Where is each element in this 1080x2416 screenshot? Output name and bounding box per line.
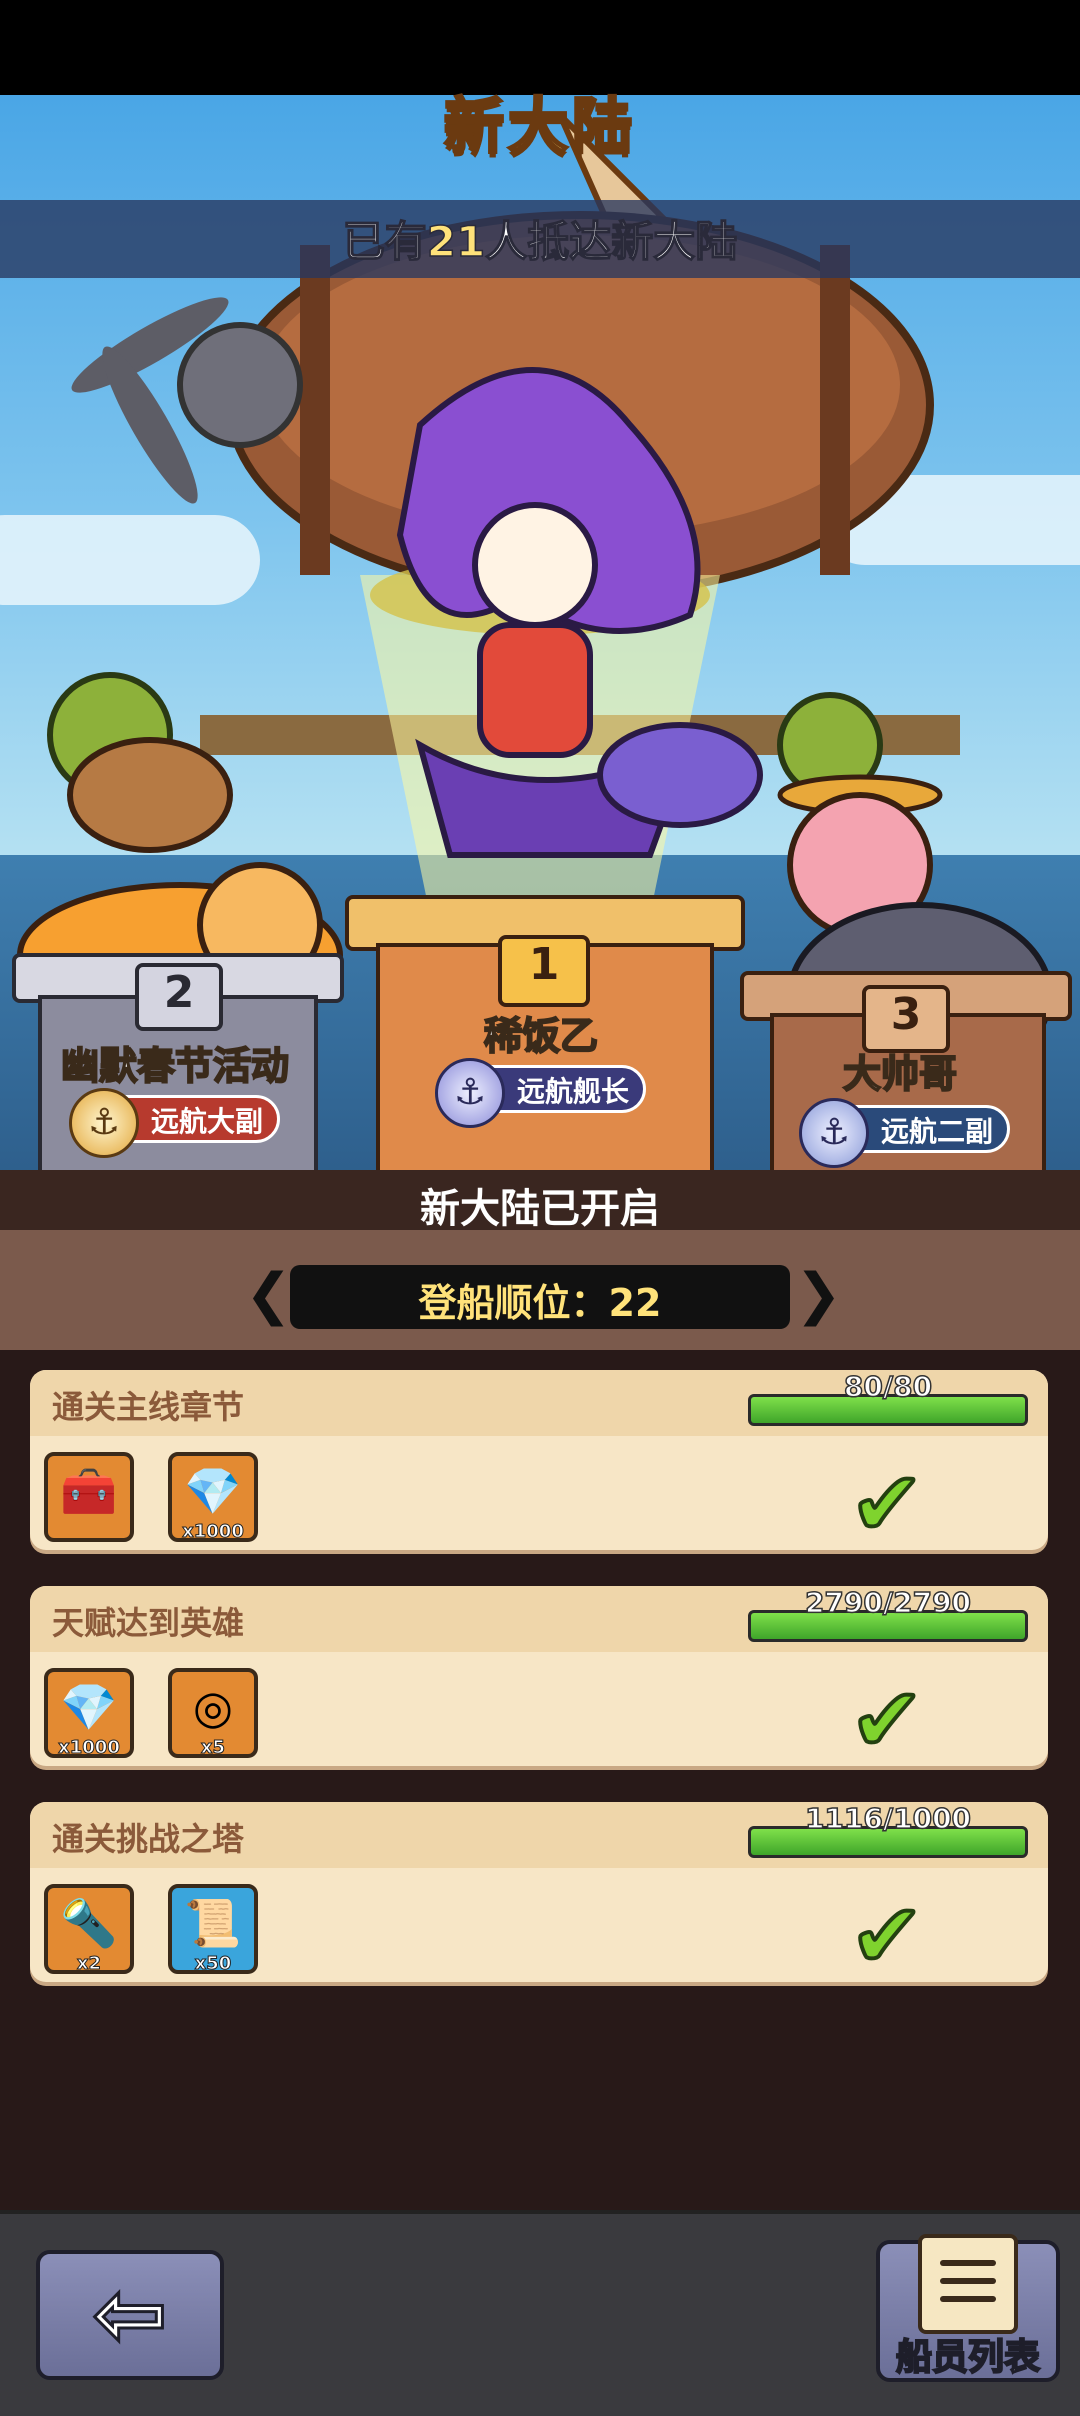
open-status-text: 新大陆已开启 (420, 1186, 660, 1232)
anchor-icon: ⚓ (799, 1098, 869, 1168)
reward-item[interactable]: 💎 x1000 (44, 1668, 134, 1759)
progress-text: 1116/1000 (804, 1802, 972, 1836)
anchor-icon: ⚓ (435, 1058, 505, 1128)
reward-item[interactable]: 💎 x1000 (168, 1452, 258, 1543)
chevron-right-icon: ❯ (795, 1262, 842, 1327)
role-tag-second: ⚓ 远航大副 (69, 1088, 280, 1158)
page-title: 新大陆 (443, 91, 636, 164)
reward-quantity: x1000 (182, 1521, 245, 1543)
task-title: 天赋达到英雄 (52, 1604, 245, 1642)
rank-badge-second: 2 (135, 963, 223, 1031)
reward-quantity: x50 (194, 1953, 232, 1975)
reward-quantity: x5 (200, 1737, 226, 1759)
checkmark-icon: ✔ (848, 1666, 926, 1766)
purple-chest-icon: 🧰 (60, 1464, 118, 1518)
reward-item[interactable]: 📜 x50 (168, 1884, 258, 1975)
checkmark-icon: ✔ (848, 1450, 926, 1550)
task-title: 通关挑战之塔 (52, 1820, 245, 1858)
reward-item[interactable]: ◎ x5 (168, 1668, 258, 1759)
purple-gem-icon: 💎 (60, 1680, 118, 1734)
anchor-icon: ⚓ (69, 1088, 139, 1158)
podium-second-name: 幽默春节活动 (60, 1043, 290, 1089)
boarding-rank-text: 登船顺位：22 (418, 1281, 662, 1325)
arrival-count: 21 (426, 216, 486, 267)
silver-coin-icon: ◎ (192, 1680, 234, 1734)
reward-quantity: x1000 (58, 1737, 121, 1759)
purple-torch-icon: 🔦 (60, 1896, 118, 1950)
task-card: 通关挑战之塔 1116/1000 🔦 x2 📜 x50 ✔ (30, 1802, 1048, 1982)
reward-quantity: x2 (76, 1953, 102, 1975)
podium-first-name: 稀饭乙 (483, 1013, 599, 1059)
podium-third-name: 大帅哥 (842, 1051, 958, 1097)
purple-gem-icon: 💎 (184, 1464, 242, 1518)
task-card: 天赋达到英雄 2790/2790 💎 x1000 ◎ x5 ✔ (30, 1586, 1048, 1766)
document-list-icon (918, 2234, 1018, 2334)
reward-item[interactable]: 🧰 (44, 1452, 134, 1542)
reward-item[interactable]: 🔦 x2 (44, 1884, 134, 1975)
role-tag-first: ⚓ 远航舰长 (435, 1058, 646, 1128)
task-card: 通关主线章节 80/80 🧰 💎 x1000 ✔ (30, 1370, 1048, 1550)
back-arrow-icon: ⇦ (91, 2261, 169, 2369)
crew-list-label: 船员列表 (895, 2336, 1041, 2379)
role-tag-third: ⚓ 远航二副 (799, 1098, 1010, 1168)
progress-text: 80/80 (843, 1370, 933, 1404)
arrival-banner-text: 已有21人抵达新大陆 (342, 216, 738, 267)
checkmark-icon: ✔ (848, 1882, 926, 1982)
chevron-left-icon: ❮ (245, 1262, 292, 1327)
task-title: 通关主线章节 (52, 1388, 245, 1426)
scroll-icon: 📜 (184, 1896, 242, 1950)
rank-badge-first: 1 (498, 935, 590, 1007)
progress-text: 2790/2790 (804, 1586, 972, 1620)
